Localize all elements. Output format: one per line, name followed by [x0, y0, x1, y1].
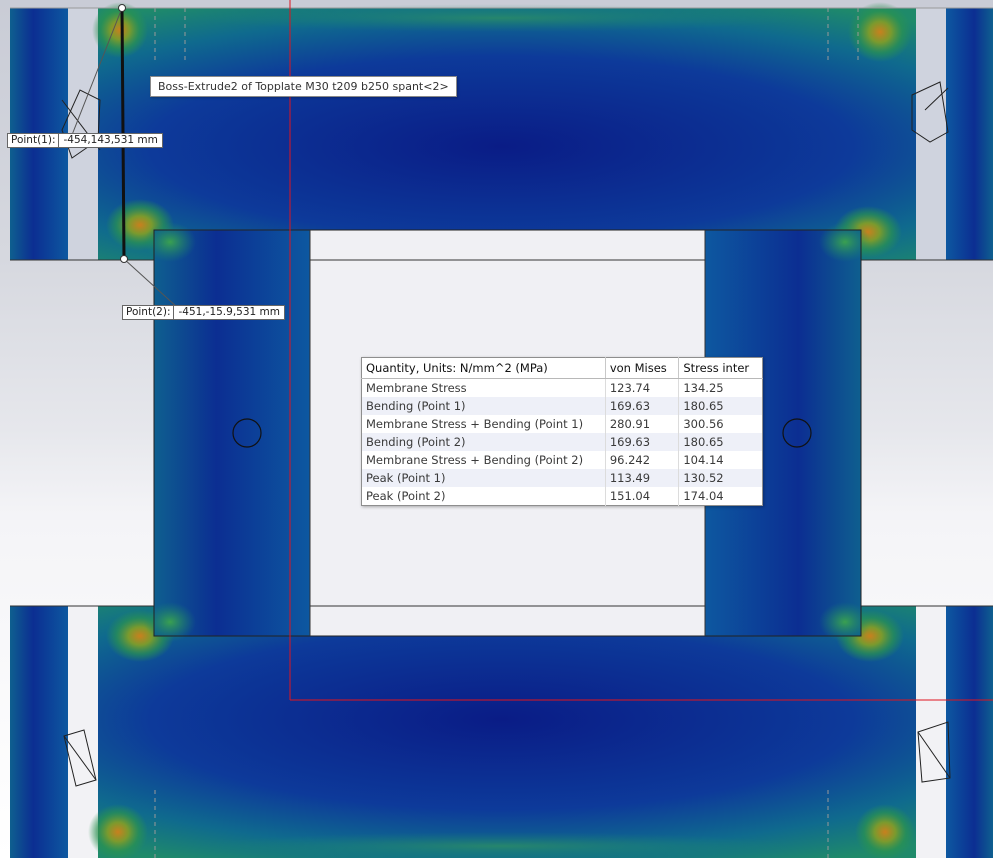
cell-von-mises: 113.49	[605, 469, 680, 487]
top-plate	[10, 2, 993, 261]
column-header-von-mises[interactable]: von Mises	[605, 357, 680, 379]
cell-quantity: Bending (Point 1)	[361, 397, 606, 415]
cell-von-mises: 280.91	[605, 415, 680, 433]
cell-quantity: Membrane Stress	[361, 378, 606, 397]
cell-von-mises: 169.63	[605, 397, 680, 415]
point-2-name: Point(2):	[122, 305, 175, 320]
point-1-name: Point(1):	[7, 133, 60, 148]
cell-von-mises: 151.04	[605, 487, 680, 506]
cell-stress-intensity: 180.65	[678, 433, 763, 451]
cell-stress-intensity: 134.25	[683, 381, 724, 395]
table-row: Membrane Stress 123.74 134.25	[361, 378, 763, 397]
column-header-quantity[interactable]: Quantity, Units: N/mm^2 (MPa)	[361, 357, 606, 379]
cell-stress-intensity: 130.52	[678, 469, 763, 487]
cell-stress-intensity: 300.56	[683, 417, 724, 431]
table-row: Bending (Point 1) 169.63 180.65	[361, 397, 763, 415]
cell-stress-intensity: 174.04	[683, 489, 724, 503]
table-row: Peak (Point 2) 151.04 174.04	[361, 487, 763, 506]
table-header-row: Quantity, Units: N/mm^2 (MPa) von Mises …	[361, 357, 763, 379]
cell-von-mises: 169.63	[605, 433, 680, 451]
cell-von-mises: 123.74	[605, 378, 680, 397]
table-row: Bending (Point 2) 169.63 180.65	[361, 433, 763, 451]
feature-tooltip: Boss-Extrude2 of Topplate M30 t209 b250 …	[150, 76, 457, 97]
table-row: Membrane Stress + Bending (Point 1) 280.…	[361, 415, 763, 433]
cell-stress-intensity: 104.14	[683, 453, 724, 467]
cell-quantity: Peak (Point 2)	[361, 487, 606, 506]
cell-quantity: Bending (Point 2)	[361, 433, 606, 451]
probe-point-2[interactable]	[120, 255, 128, 263]
bottom-plate	[10, 605, 993, 858]
cell-quantity: Peak (Point 1)	[361, 469, 606, 487]
point-1-label: Point(1): -454,143,531 mm	[7, 133, 163, 148]
point-1-coordinates: -454,143,531 mm	[59, 133, 163, 148]
point-2-coordinates: -451,-15.9,531 mm	[174, 305, 285, 320]
table-row: Membrane Stress + Bending (Point 2) 96.2…	[361, 451, 763, 469]
feature-tooltip-text: Boss-Extrude2 of Topplate M30 t209 b250 …	[158, 80, 449, 93]
stress-results-table: Quantity, Units: N/mm^2 (MPa) von Mises …	[361, 357, 763, 506]
table-row: Peak (Point 1) 113.49 130.52	[361, 469, 763, 487]
probe-point-1[interactable]	[118, 4, 126, 12]
cell-quantity: Membrane Stress + Bending (Point 2)	[361, 451, 606, 469]
column-header-stress-intensity[interactable]: Stress inter	[678, 357, 763, 379]
cell-stress-intensity: 180.65	[678, 397, 763, 415]
point-2-label: Point(2): -451,-15.9,531 mm	[122, 305, 285, 320]
cell-von-mises: 96.242	[605, 451, 680, 469]
cell-quantity: Membrane Stress + Bending (Point 1)	[361, 415, 606, 433]
